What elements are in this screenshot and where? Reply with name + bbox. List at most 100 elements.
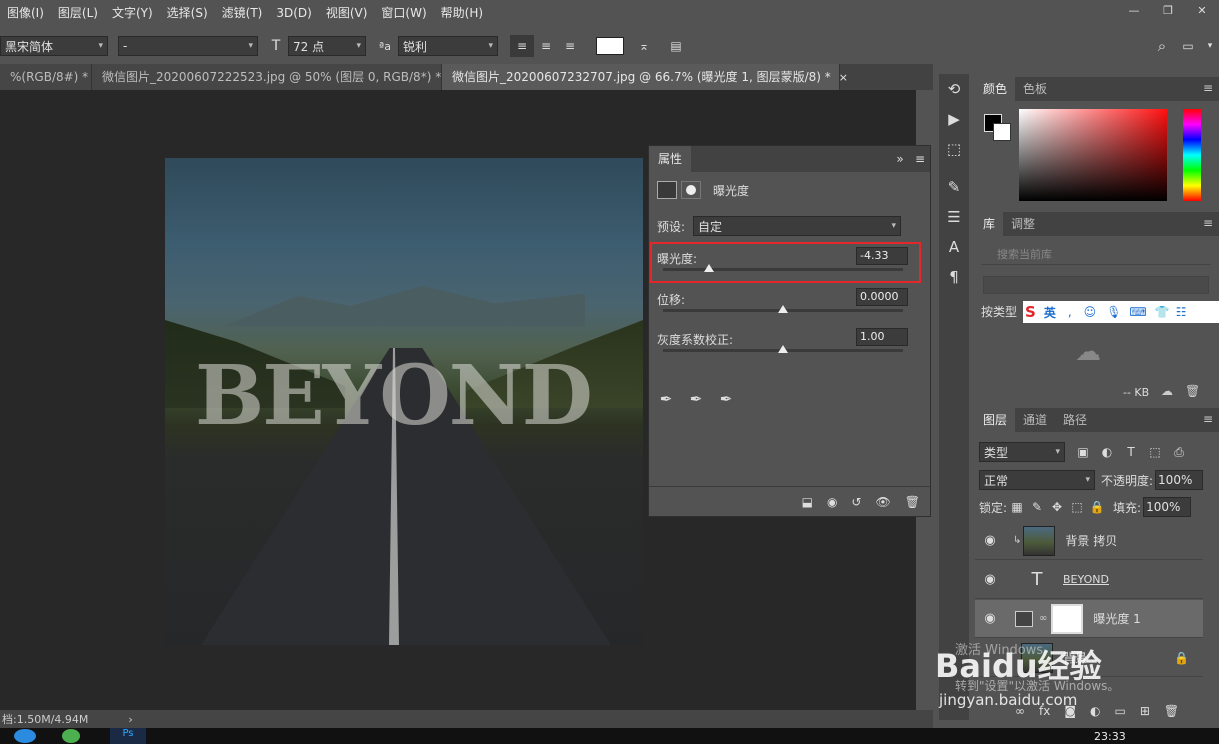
character-icon[interactable]: A — [939, 232, 969, 262]
tab-properties[interactable]: 属性 — [649, 146, 692, 172]
sort-by-type-label[interactable]: 按类型 — [975, 301, 1024, 323]
status-arrow[interactable]: › — [128, 713, 132, 726]
filter-pixel-icon[interactable]: ▣ — [1071, 445, 1095, 459]
filter-shape-icon[interactable]: ⬚ — [1143, 445, 1167, 459]
chevron-down-icon[interactable]: ▾ — [1201, 41, 1219, 51]
collapse-icon[interactable]: » — [890, 152, 910, 166]
exposure-adjustment-icon[interactable] — [657, 181, 677, 199]
app-icon[interactable] — [62, 729, 80, 743]
background-color-swatch[interactable] — [993, 123, 1011, 141]
fx-icon[interactable]: fx — [1039, 704, 1050, 718]
eye-icon[interactable]: ◉ — [975, 572, 1005, 587]
menu-layer[interactable]: 图层(L) — [51, 0, 105, 26]
clip-to-layer-icon[interactable]: ⬓ — [802, 495, 813, 509]
tab-doc-1[interactable]: %(RGB/8#) *× — [0, 64, 105, 90]
search-icon[interactable]: ⌕ — [1149, 37, 1175, 55]
minimize-icon[interactable]: — — [1117, 0, 1151, 20]
visibility-icon[interactable]: 👁 — [876, 495, 891, 509]
align-right-icon[interactable]: ≡ — [558, 39, 582, 53]
photoshop-taskbar-icon[interactable]: Ps — [110, 728, 146, 744]
voice-icon[interactable]: 🎙 — [1106, 305, 1121, 319]
close-icon[interactable]: ✕ — [1185, 0, 1219, 20]
workspace-icon[interactable]: ▭ — [1175, 39, 1201, 53]
menu-view[interactable]: 视图(V) — [319, 0, 375, 26]
library-search-input[interactable]: 搜索当前库 — [981, 245, 1211, 265]
tab-doc-2[interactable]: 微信图片_20200607222523.jpg @ 50% (图层 0, RGB… — [92, 64, 458, 90]
brush-settings-icon[interactable]: ☰ — [939, 202, 969, 232]
eyedropper-white-icon[interactable]: ✒ — [717, 390, 735, 408]
library-select[interactable] — [983, 276, 1209, 294]
anti-alias-select[interactable]: 锐利 ▾ — [398, 36, 498, 56]
layer-mask-thumbnail[interactable] — [1051, 603, 1084, 634]
blend-mode-select[interactable]: 正常 ▾ — [979, 470, 1095, 490]
lock-artboard-icon[interactable]: ⬚ — [1067, 500, 1087, 514]
restore-icon[interactable]: ❐ — [1151, 0, 1185, 20]
opacity-input[interactable]: 100% — [1155, 470, 1204, 490]
3d-icon[interactable]: ⬚ — [939, 134, 969, 164]
add-mask-icon[interactable]: ◙ — [1064, 704, 1076, 718]
eyedropper-gray-icon[interactable]: ✒ — [687, 390, 705, 408]
panel-menu-icon[interactable]: ≡ — [1203, 216, 1213, 230]
font-family-select[interactable]: 黑宋简体 ▾ — [0, 36, 108, 56]
browser-icon[interactable] — [14, 729, 36, 743]
menu-select[interactable]: 选择(S) — [160, 0, 215, 26]
ime-language-toggle[interactable]: 英 — [1044, 304, 1056, 321]
offset-slider-thumb[interactable] — [778, 305, 788, 313]
new-layer-icon[interactable]: ⊞ — [1140, 704, 1150, 718]
panel-menu-icon[interactable]: ≡ — [910, 152, 930, 166]
eye-icon[interactable]: ◉ — [975, 533, 1005, 548]
menu-help[interactable]: 帮助(H) — [434, 0, 490, 26]
mask-icon[interactable] — [681, 181, 701, 199]
trash-icon[interactable]: 🗑 — [905, 495, 920, 509]
layer-filter-select[interactable]: 类型 ▾ — [979, 442, 1065, 462]
paragraph-icon[interactable]: ¶ — [939, 262, 969, 292]
font-size-select[interactable]: 72 点 ▾ — [288, 36, 366, 56]
actions-play-icon[interactable]: ▶ — [939, 104, 969, 134]
document-image[interactable]: BEYOND — [165, 158, 643, 645]
menu-image[interactable]: 图像(I) — [0, 0, 51, 26]
align-left-icon[interactable]: ≡ — [510, 35, 534, 57]
preset-select[interactable]: 自定 ▾ — [693, 216, 902, 236]
punctuation-icon[interactable]: , — [1068, 305, 1072, 319]
filter-adjust-icon[interactable]: ◐ — [1095, 445, 1119, 459]
layer-row-background-copy[interactable]: ◉ ↳ 背景 拷贝 — [975, 522, 1203, 560]
panel-menu-icon[interactable]: ≡ — [1203, 81, 1213, 95]
character-panel-icon[interactable]: ▤ — [664, 39, 688, 53]
history-icon[interactable]: ⟲ — [939, 74, 969, 104]
layer-row-background[interactable]: 背景 🔒 — [975, 639, 1203, 677]
lock-paint-icon[interactable]: ✎ — [1027, 500, 1047, 514]
tab-adjustments[interactable]: 调整 — [1003, 212, 1043, 236]
lock-all-icon[interactable]: 🔒 — [1087, 500, 1107, 514]
link-icon[interactable]: ∞ — [1039, 613, 1047, 624]
menu-filter[interactable]: 滤镜(T) — [215, 0, 270, 26]
fill-input[interactable]: 100% — [1143, 497, 1192, 517]
offset-input[interactable]: 0.0000 — [856, 288, 908, 306]
tab-library[interactable]: 库 — [975, 212, 1004, 236]
color-field[interactable] — [1019, 109, 1167, 201]
lock-move-icon[interactable]: ✥ — [1047, 500, 1067, 514]
link-layers-icon[interactable]: ∞ — [1015, 704, 1025, 718]
filter-smart-icon[interactable]: ⎙ — [1167, 445, 1191, 460]
cloud-sync-icon[interactable]: ☁ — [1161, 384, 1173, 398]
gamma-input[interactable]: 1.00 — [856, 328, 908, 346]
new-adjustment-icon[interactable]: ◐ — [1090, 704, 1100, 718]
hue-slider[interactable] — [1183, 109, 1201, 201]
gamma-slider-thumb[interactable] — [778, 345, 788, 353]
tab-layers[interactable]: 图层 — [975, 408, 1016, 432]
filter-type-icon[interactable]: T — [1119, 445, 1143, 459]
tab-color[interactable]: 颜色 — [975, 77, 1016, 101]
text-color-swatch[interactable] — [596, 37, 624, 55]
reset-icon[interactable]: ↺ — [851, 495, 861, 509]
menu-type[interactable]: 文字(Y) — [105, 0, 160, 26]
emoji-icon[interactable]: ☺ — [1084, 305, 1097, 319]
new-group-icon[interactable]: ▭ — [1114, 704, 1125, 718]
warp-text-icon[interactable]: ⌅ — [624, 39, 664, 53]
brush-icon[interactable]: ✎ — [939, 172, 969, 202]
menu-window[interactable]: 窗口(W) — [374, 0, 433, 26]
skin-icon[interactable]: 👕 — [1155, 305, 1170, 319]
tab-paths[interactable]: 路径 — [1055, 408, 1095, 432]
ime-menu-icon[interactable]: ☷ — [1176, 305, 1187, 319]
eye-icon[interactable]: ◉ — [975, 611, 1005, 626]
panel-menu-icon[interactable]: ≡ — [1203, 412, 1213, 426]
layer-row-beyond[interactable]: ◉ T BEYOND — [975, 561, 1203, 599]
